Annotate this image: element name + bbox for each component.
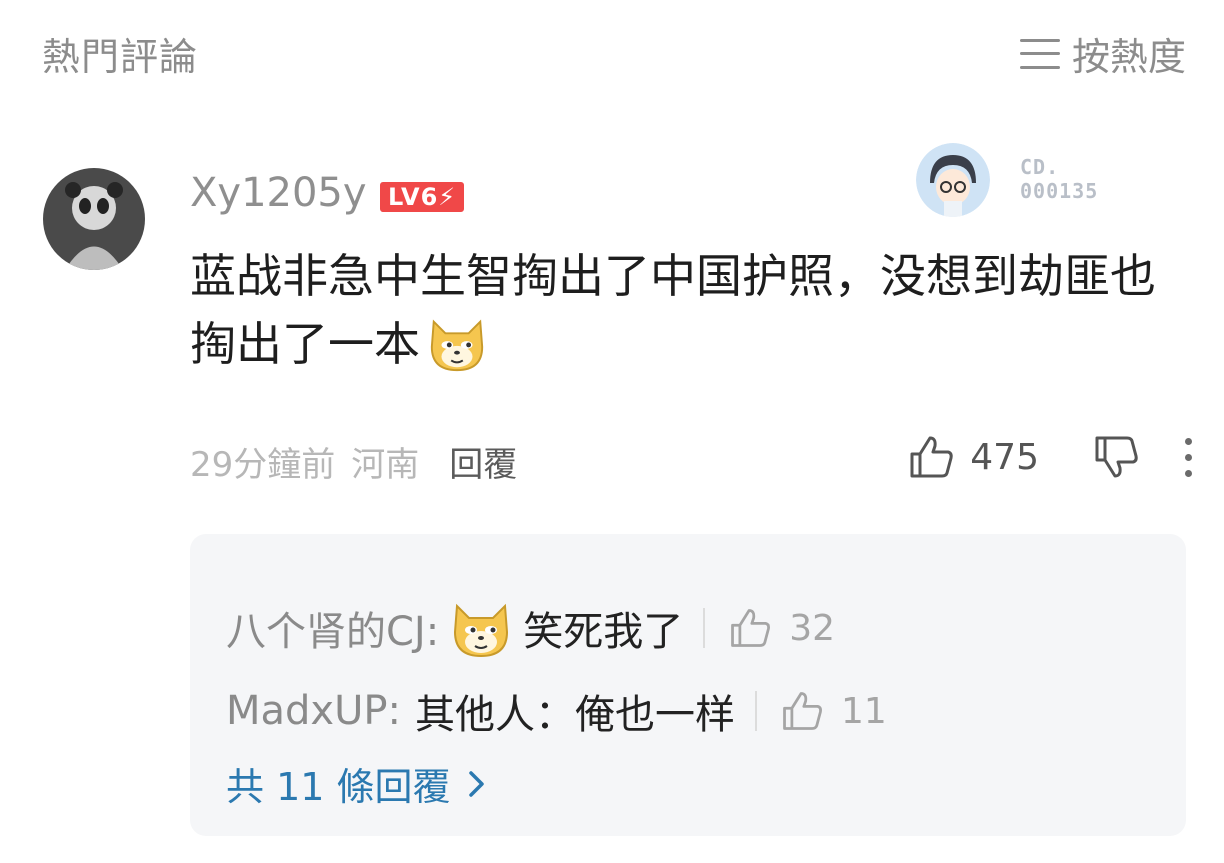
lightning-icon: ⚡ (438, 183, 457, 211)
menu-lines-icon (1019, 38, 1060, 69)
thumbs-up-icon (910, 436, 953, 478)
level-badge: LV6⚡ (380, 182, 465, 212)
level-badge-text: LV6 (388, 183, 439, 211)
comment-text: 蓝战非急中生智掏出了中国护照，没想到劫匪也掏出了一本 (190, 242, 1180, 378)
user-avatar[interactable] (43, 168, 145, 270)
reply-item[interactable]: MadxUP: 其他人：俺也一样 11 (226, 682, 887, 740)
comment-time: 29分鐘前 (190, 445, 336, 485)
reply-like-button[interactable]: 32 (727, 605, 835, 651)
divider (703, 608, 706, 648)
thumbs-down-icon[interactable] (1091, 432, 1141, 482)
like-count: 475 (970, 436, 1039, 478)
comment-body: 蓝战非急中生智掏出了中国护照，没想到劫匪也掏出了一本 (190, 249, 1156, 371)
reply-author[interactable]: MadxUP: (226, 688, 401, 734)
reply-button[interactable]: 回覆 (449, 437, 517, 486)
section-title: 熱門評論 (42, 35, 199, 79)
like-button[interactable]: 475 (906, 432, 1039, 482)
sort-label: 按熱度 (1071, 35, 1186, 79)
reply-author[interactable]: 八个肾的CJ: (226, 599, 439, 657)
reply-like-button[interactable]: 11 (779, 688, 887, 734)
fan-badge-avatar (916, 143, 990, 217)
replies-panel: 八个肾的CJ: 笑死我了 32 MadxUP: 其他人：俺也一样 11 共 11… (190, 534, 1186, 836)
view-all-replies-link[interactable]: 共 11 條回覆 (226, 756, 487, 811)
divider (754, 691, 757, 731)
reply-like-count: 32 (789, 607, 836, 649)
comment-location: 河南 (351, 445, 420, 485)
reply-item[interactable]: 八个肾的CJ: 笑死我了 32 (226, 596, 835, 660)
username[interactable]: Xy1205y (190, 170, 367, 216)
view-all-replies-label: 共 11 條回覆 (226, 765, 451, 809)
fan-badge-label: CD. 000135 (1020, 155, 1098, 203)
comment-actions: 475 (906, 432, 1192, 482)
reply-like-count: 11 (840, 690, 887, 732)
reply-text: 其他人：俺也一样 (414, 692, 735, 738)
thumbs-up-icon (731, 609, 771, 647)
fan-badge-line2: 000135 (1020, 179, 1099, 203)
more-options-icon[interactable] (1185, 437, 1192, 477)
doge-emoji (430, 319, 484, 372)
fan-badge-line1: CD. (1020, 155, 1060, 179)
comment-meta: 29分鐘前 河南 回覆 (190, 437, 517, 486)
reply-text: 笑死我了 (523, 609, 684, 655)
chevron-right-icon (468, 770, 484, 797)
thumbs-up-icon (783, 692, 822, 730)
sort-button[interactable]: 按熱度 (1019, 26, 1186, 81)
doge-emoji (454, 603, 509, 658)
